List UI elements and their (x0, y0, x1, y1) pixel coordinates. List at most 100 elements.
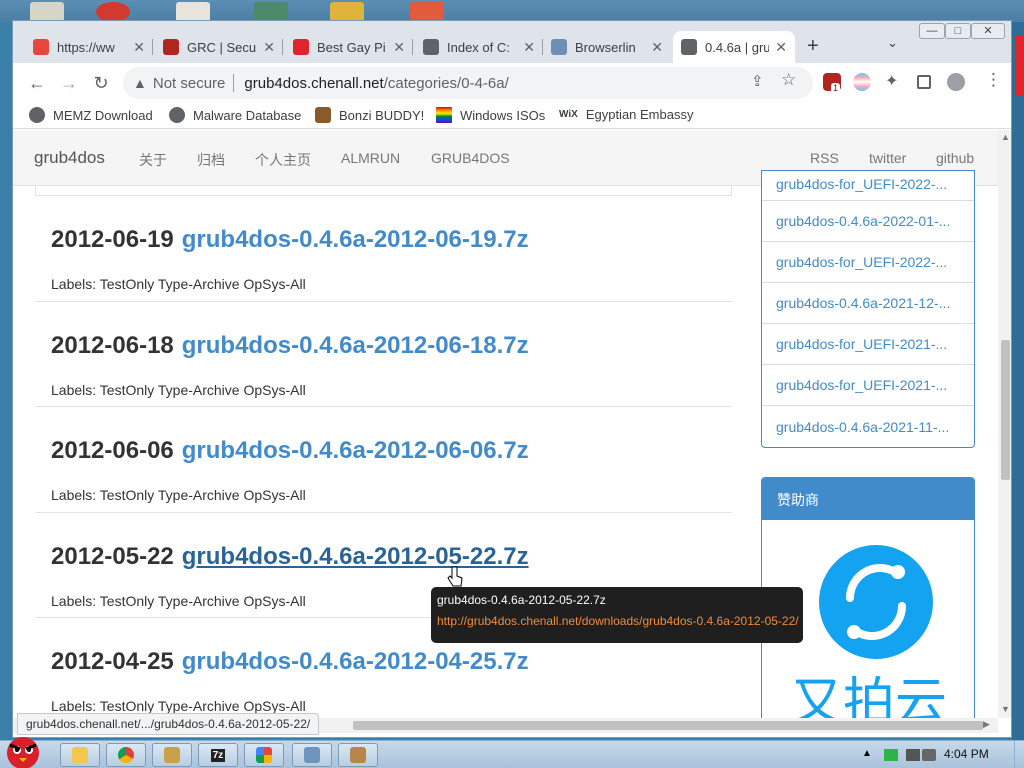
taskbar-window[interactable] (292, 743, 332, 767)
status-bubble: grub4dos.chenall.net/.../grub4dos-0.4.6a… (17, 713, 320, 735)
sevenzip-icon: 7z (210, 748, 226, 762)
download-link[interactable]: grub4dos-0.4.6a-2012-04-25.7z (182, 648, 529, 675)
trans-flag-extension-icon[interactable] (853, 73, 871, 91)
taskbar-app[interactable] (244, 743, 284, 767)
profile-avatar[interactable] (947, 73, 965, 91)
browser-tab[interactable]: 0.4.6a | gru ✕ (673, 31, 795, 63)
scroll-up-arrow[interactable]: ▲ (1001, 132, 1010, 142)
share-icon[interactable]: ⇪ (751, 72, 764, 90)
address-bar[interactable]: ▲ Not secure grub4dos.chenall.net/catego… (123, 67, 813, 99)
nav-link-rss[interactable]: RSS (810, 150, 839, 166)
browser-tab[interactable]: Browserlin ✕ (543, 31, 671, 63)
sidebar-link[interactable]: grub4dos-0.4.6a-2021-11-... (762, 406, 974, 447)
desktop-icon[interactable] (330, 2, 364, 22)
tab-close-icon[interactable]: ✕ (127, 39, 145, 56)
tray-expand-icon[interactable]: ▲ (862, 748, 876, 760)
nav-link-about[interactable]: 关于 (139, 150, 167, 170)
browser-tab[interactable]: GRC | Secu ✕ (155, 31, 283, 63)
taskbar-chrome[interactable] (106, 743, 146, 767)
nav-link-github[interactable]: github (936, 150, 974, 166)
sidebar-link[interactable]: grub4dos-for_UEFI-2021-... (762, 324, 974, 365)
bookmark-item[interactable]: MEMZ Download (29, 107, 153, 123)
battery-icon[interactable] (884, 749, 898, 761)
minimize-button[interactable]: — (919, 23, 945, 39)
puzzle-extensions-icon[interactable]: ✦ (885, 71, 898, 91)
browser-toolbar: ← → ↻ ▲ Not secure grub4dos.chenall.net /… (13, 63, 1011, 103)
horizontal-scroll-thumb[interactable] (353, 721, 983, 730)
sidebar-link[interactable]: grub4dos-for_UEFI-2022-... (762, 171, 974, 201)
warning-icon[interactable]: ▲ (133, 75, 147, 91)
nav-link-grub4dos[interactable]: GRUB4DOS (431, 150, 510, 166)
extension-badge: 1 (831, 83, 841, 93)
start-button[interactable] (2, 731, 44, 768)
taskbar-explorer[interactable] (60, 743, 100, 767)
close-window-button[interactable]: ✕ (971, 23, 1005, 39)
nav-link-homepage[interactable]: 个人主页 (255, 150, 311, 170)
sidebar-link[interactable]: grub4dos-0.4.6a-2022-01-... (762, 201, 974, 242)
post-labels: Labels: TestOnly Type-Archive OpSys-All (51, 487, 306, 503)
post-date: 2012-06-06 (51, 437, 174, 464)
taskbar-7zip[interactable]: 7z (198, 743, 238, 767)
bookmark-item[interactable]: Bonzi BUDDY! (315, 107, 424, 123)
tab-title: Browserlin (575, 39, 636, 55)
show-desktop-button[interactable] (1014, 741, 1024, 768)
link-tooltip: grub4dos-0.4.6a-2012-05-22.7z http://gru… (431, 587, 803, 643)
tab-title: 0.4.6a | gru (705, 39, 770, 55)
desktop-icon[interactable] (30, 2, 64, 22)
tab-search-button[interactable]: ⌄ (887, 35, 898, 51)
nav-link-archive[interactable]: 归档 (197, 150, 225, 170)
bookmark-item[interactable]: Windows ISOs (436, 107, 545, 123)
forward-button[interactable]: → (57, 71, 81, 95)
new-tab-button[interactable]: + (807, 35, 819, 58)
sidebar-link[interactable]: grub4dos-0.4.6a-2021-12-... (762, 283, 974, 324)
post-heading: 2012-06-19 grub4dos-0.4.6a-2012-06-19.7z (51, 226, 529, 254)
url-path[interactable]: /categories/0-4-6a/ (384, 75, 509, 92)
bookmark-star-icon[interactable]: ☆ (781, 70, 796, 90)
tab-close-icon[interactable]: ✕ (769, 39, 787, 56)
taskbar-lock-app[interactable] (152, 743, 192, 767)
back-button[interactable]: ← (25, 71, 49, 95)
bookmark-item[interactable]: WiX Egyptian Embassy (559, 107, 693, 122)
network-icon[interactable] (906, 749, 920, 761)
bookmark-item[interactable]: Malware Database (169, 107, 301, 123)
desktop-icon[interactable] (176, 2, 210, 22)
desktop-icon[interactable] (254, 2, 288, 22)
tooltip-title: grub4dos-0.4.6a-2012-05-22.7z (437, 593, 606, 607)
bookmarks-bar: MEMZ Download Malware Database Bonzi BUD… (13, 103, 1011, 129)
vertical-scroll-thumb[interactable] (1001, 340, 1010, 480)
post-labels: Labels: TestOnly Type-Archive OpSys-All (51, 276, 306, 292)
download-link[interactable]: grub4dos-0.4.6a-2012-06-19.7z (182, 226, 529, 253)
post-entry: 2012-06-19 grub4dos-0.4.6a-2012-06-19.7z L… (35, 196, 732, 302)
vertical-scrollbar[interactable]: ▲ ▼ (998, 130, 1011, 718)
taskbar-clock[interactable]: 4:04 PM (944, 747, 989, 761)
volume-icon[interactable] (922, 749, 936, 761)
tab-close-icon[interactable]: ✕ (645, 39, 663, 56)
scroll-down-arrow[interactable]: ▼ (1001, 704, 1010, 714)
browser-tab[interactable]: https://ww ✕ (25, 31, 153, 63)
download-link[interactable]: grub4dos-0.4.6a-2012-05-22.7z (182, 543, 529, 570)
tab-close-icon[interactable]: ✕ (517, 39, 535, 56)
tab-close-icon[interactable]: ✕ (387, 39, 405, 56)
sidebar-recent-list: grub4dos-for_UEFI-2022-... grub4dos-0.4.… (761, 170, 975, 448)
url-host[interactable]: grub4dos.chenall.net (244, 75, 383, 92)
site-brand[interactable]: grub4dos (34, 148, 105, 168)
browser-tab[interactable]: Index of C: ✕ (415, 31, 543, 63)
download-link[interactable]: grub4dos-0.4.6a-2012-06-18.7z (182, 332, 529, 359)
tab-close-icon[interactable]: ✕ (257, 39, 275, 56)
nav-link-almrun[interactable]: ALMRUN (341, 150, 400, 166)
sidebar-link[interactable]: grub4dos-for_UEFI-2022-... (762, 242, 974, 283)
download-link[interactable]: grub4dos-0.4.6a-2012-06-06.7z (182, 437, 529, 464)
post-date: 2012-06-19 (51, 226, 174, 253)
desktop-icon[interactable] (410, 2, 444, 22)
nav-link-twitter[interactable]: twitter (869, 150, 906, 166)
reload-button[interactable]: ↻ (89, 71, 113, 95)
sidebar-link[interactable]: grub4dos-for_UEFI-2021-... (762, 365, 974, 406)
maximize-button[interactable]: □ (945, 23, 971, 39)
taskbar-app-2[interactable] (338, 743, 378, 767)
desktop-icon[interactable] (96, 2, 130, 22)
browser-tab[interactable]: Best Gay Pi ✕ (285, 31, 413, 63)
browser-menu-icon[interactable]: ⋮ (985, 70, 1002, 90)
side-panel-icon[interactable] (917, 75, 931, 89)
scroll-right-arrow[interactable]: ▶ (983, 719, 990, 730)
security-status[interactable]: Not secure (153, 75, 226, 92)
